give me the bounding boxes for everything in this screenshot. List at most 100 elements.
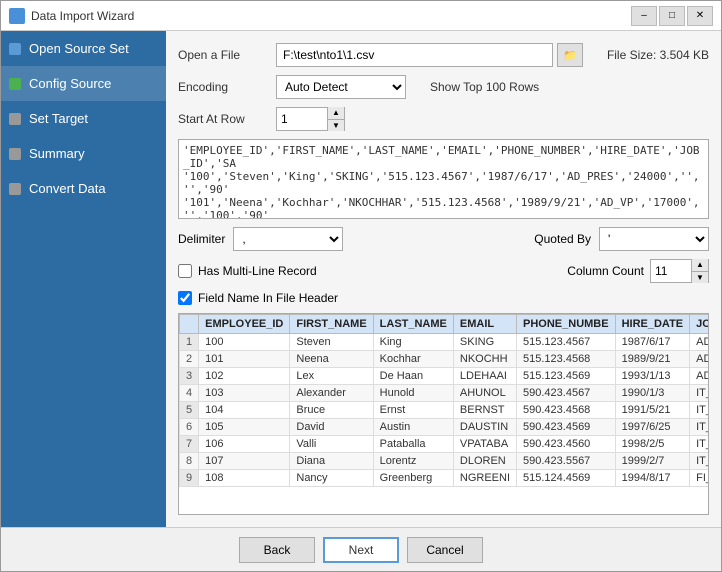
encoding-label: Encoding <box>178 80 268 94</box>
cell-employee_id: 103 <box>199 385 290 402</box>
start-at-row-row: Start At Row ▲ ▼ <box>178 107 709 131</box>
sidebar-item-open-source-set[interactable]: Open Source Set <box>1 31 166 66</box>
fieldname-label: Field Name In File Header <box>198 291 338 305</box>
cell-employee_id: 106 <box>199 436 290 453</box>
bottom-bar: Back Next Cancel <box>1 527 721 571</box>
cell-employee_id: 105 <box>199 419 290 436</box>
minimize-button[interactable]: – <box>631 6 657 26</box>
row-increment-button[interactable]: ▲ <box>328 107 344 119</box>
cell-email: VPATABA <box>453 436 516 453</box>
cell-hire_date: 1991/5/21 <box>615 402 690 419</box>
col-employee-id: EMPLOYEE_ID <box>199 315 290 334</box>
file-size-label: File Size: 3.504 KB <box>607 48 709 62</box>
cell-last_name: De Haan <box>373 368 453 385</box>
column-count-group: Column Count ▲ ▼ <box>567 259 709 283</box>
cell-phone_numbe: 590.423.4560 <box>517 436 616 453</box>
start-at-row-input-group: ▲ ▼ <box>276 107 345 131</box>
quoted-by-select[interactable]: ' <box>599 227 709 251</box>
table-row: 9108NancyGreenbergNGREENI515.124.4569199… <box>180 470 710 487</box>
cell-num: 6 <box>180 419 199 436</box>
cell-job_ii: AD_VI <box>690 351 709 368</box>
cancel-button[interactable]: Cancel <box>407 537 483 563</box>
multiline-label: Has Multi-Line Record <box>198 264 317 278</box>
cell-num: 4 <box>180 385 199 402</box>
sidebar-item-convert-data[interactable]: Convert Data <box>1 171 166 206</box>
cell-email: DAUSTIN <box>453 419 516 436</box>
cell-last_name: Austin <box>373 419 453 436</box>
sidebar-label-summary: Summary <box>29 146 85 161</box>
cell-email: AHUNOL <box>453 385 516 402</box>
cell-employee_id: 101 <box>199 351 290 368</box>
preview-textarea[interactable] <box>178 139 709 219</box>
col-hire-date: HIRE_DATE <box>615 315 690 334</box>
set-target-indicator <box>9 113 21 125</box>
cell-job_ii: IT_PR( <box>690 436 709 453</box>
sidebar-label-set-target: Set Target <box>29 111 88 126</box>
convert-data-indicator <box>9 183 21 195</box>
sidebar: Open Source Set Config Source Set Target… <box>1 31 166 527</box>
table-row: 1100StevenKingSKING515.123.45671987/6/17… <box>180 334 710 351</box>
cell-num: 3 <box>180 368 199 385</box>
column-decrement-button[interactable]: ▼ <box>692 271 708 284</box>
table-row: 6105DavidAustinDAUSTIN590.423.45691997/6… <box>180 419 710 436</box>
quoted-by-label: Quoted By <box>534 232 591 246</box>
open-file-row: Open a File 📁 File Size: 3.504 KB <box>178 43 709 67</box>
open-source-indicator <box>9 43 21 55</box>
cell-phone_numbe: 515.123.4567 <box>517 334 616 351</box>
col-last-name: LAST_NAME <box>373 315 453 334</box>
row-spinner: ▲ ▼ <box>327 107 344 131</box>
app-window: Data Import Wizard – □ ✕ Open Source Set… <box>0 0 722 572</box>
browse-button[interactable]: 📁 <box>557 43 583 67</box>
cell-email: DLOREN <box>453 453 516 470</box>
column-count-input[interactable] <box>651 262 691 280</box>
cell-email: NGREENI <box>453 470 516 487</box>
column-increment-button[interactable]: ▲ <box>692 259 708 271</box>
cell-phone_numbe: 515.124.4569 <box>517 470 616 487</box>
cell-employee_id: 102 <box>199 368 290 385</box>
cell-num: 8 <box>180 453 199 470</box>
cell-phone_numbe: 515.123.4568 <box>517 351 616 368</box>
col-num <box>180 315 199 334</box>
cell-job_ii: IT_PR( <box>690 402 709 419</box>
table-row: 7106ValliPataballaVPATABA590.423.4560199… <box>180 436 710 453</box>
table-row: 2101NeenaKochharNKOCHH515.123.45681989/9… <box>180 351 710 368</box>
close-button[interactable]: ✕ <box>687 6 713 26</box>
start-at-row-label: Start At Row <box>178 112 268 126</box>
column-count-spinner: ▲ ▼ <box>691 259 708 283</box>
cell-email: SKING <box>453 334 516 351</box>
sidebar-item-config-source[interactable]: Config Source <box>1 66 166 101</box>
back-button[interactable]: Back <box>239 537 315 563</box>
cell-hire_date: 1999/2/7 <box>615 453 690 470</box>
row-decrement-button[interactable]: ▼ <box>328 119 344 132</box>
cell-last_name: Pataballa <box>373 436 453 453</box>
sidebar-label-config-source: Config Source <box>29 76 111 91</box>
app-icon <box>9 8 25 24</box>
col-job-id: JOB_II ▲ <box>690 315 709 334</box>
cell-last_name: Ernst <box>373 402 453 419</box>
start-at-row-input[interactable] <box>277 108 327 130</box>
fieldname-checkbox[interactable] <box>178 291 192 305</box>
file-path-input[interactable] <box>276 43 553 67</box>
sidebar-item-summary[interactable]: Summary <box>1 136 166 171</box>
multiline-checkbox[interactable] <box>178 264 192 278</box>
cell-num: 1 <box>180 334 199 351</box>
cell-job_ii: FI_MC <box>690 470 709 487</box>
cell-last_name: Greenberg <box>373 470 453 487</box>
cell-job_ii: AD_VI <box>690 368 709 385</box>
cell-first_name: Nancy <box>290 470 373 487</box>
cell-last_name: Lorentz <box>373 453 453 470</box>
table-row: 8107DianaLorentzDLOREN590.423.55671999/2… <box>180 453 710 470</box>
encoding-select[interactable]: Auto Detect <box>276 75 406 99</box>
sidebar-item-set-target[interactable]: Set Target <box>1 101 166 136</box>
next-button[interactable]: Next <box>323 537 399 563</box>
cell-first_name: Neena <box>290 351 373 368</box>
open-file-label: Open a File <box>178 48 268 62</box>
cell-phone_numbe: 515.123.4569 <box>517 368 616 385</box>
cell-first_name: Steven <box>290 334 373 351</box>
cell-phone_numbe: 590.423.4568 <box>517 402 616 419</box>
window-controls: – □ ✕ <box>631 6 713 26</box>
delimiter-select[interactable]: , <box>233 227 343 251</box>
cell-phone_numbe: 590.423.5567 <box>517 453 616 470</box>
maximize-button[interactable]: □ <box>659 6 685 26</box>
data-table-container[interactable]: EMPLOYEE_ID FIRST_NAME LAST_NAME EMAIL P… <box>178 313 709 515</box>
